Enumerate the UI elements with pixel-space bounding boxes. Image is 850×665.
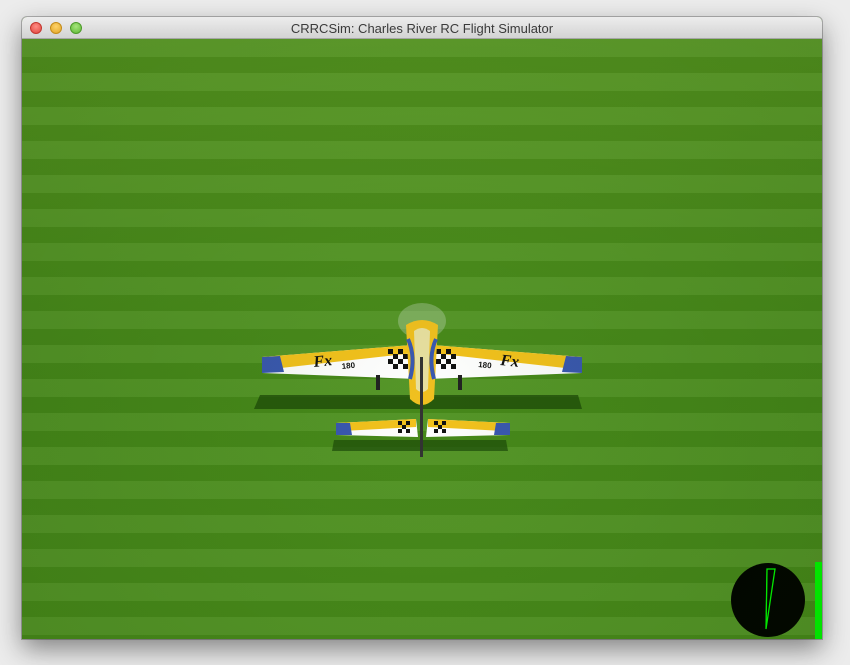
wing-shadow [254, 395, 582, 409]
left-wing-logo: Fx [312, 352, 333, 371]
throttle-bar [815, 562, 822, 639]
flight-scene[interactable]: Fx 180 Fx 180 [22, 39, 822, 639]
title-bar[interactable]: CRRCSim: Charles River RC Flight Simulat… [22, 17, 822, 39]
left-wing [262, 345, 420, 379]
window-title: CRRCSim: Charles River RC Flight Simulat… [290, 21, 554, 36]
aircraft: Fx 180 Fx 180 [254, 303, 582, 457]
fuselage [406, 320, 438, 405]
app-window: CRRCSim: Charles River RC Flight Simulat… [22, 17, 822, 639]
right-wing-logo: Fx [499, 352, 520, 371]
left-stabilizer [336, 419, 418, 437]
compass-gauge [731, 563, 805, 637]
right-wing-number: 180 [478, 360, 493, 370]
left-wing-number: 180 [341, 361, 356, 371]
right-stabilizer [426, 419, 510, 437]
propeller-disc [398, 303, 446, 339]
tail-shadow [332, 440, 508, 451]
compass-needle-icon [765, 568, 776, 630]
right-wing [424, 345, 582, 379]
